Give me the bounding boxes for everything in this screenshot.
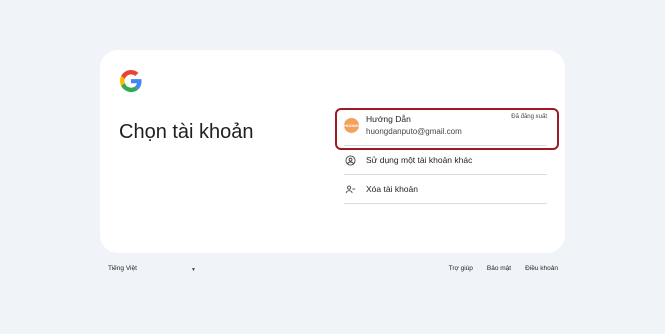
account-name: Hướng Dẫn xyxy=(366,114,411,124)
sign-in-card: Chọn tài khoản HUONG DAN Hướng Dẫn huong… xyxy=(100,50,565,253)
google-logo-icon xyxy=(120,70,142,92)
avatar: HUONG DAN xyxy=(344,118,359,133)
caret-down-icon[interactable]: ▼ xyxy=(191,267,196,273)
remove-account-label: Xóa tài khoản xyxy=(366,184,418,194)
footer: Tiếng Việt ▼ Trợ giúp Bảo mật Điều khoản xyxy=(108,265,558,277)
account-list: HUONG DAN Hướng Dẫn huongdanputo@gmail.c… xyxy=(344,108,547,204)
page-title: Chọn tài khoản xyxy=(119,121,254,144)
use-another-account-button[interactable]: Sử dụng một tài khoản khác xyxy=(344,146,547,174)
remove-account-button[interactable]: Xóa tài khoản xyxy=(344,175,547,203)
account-email: huongdanputo@gmail.com xyxy=(366,127,462,136)
person-remove-icon xyxy=(345,185,356,194)
account-circle-icon xyxy=(345,155,356,166)
terms-link[interactable]: Điều khoản xyxy=(525,265,558,272)
divider xyxy=(344,203,547,204)
language-selector[interactable]: Tiếng Việt xyxy=(108,265,137,272)
use-another-account-label: Sử dụng một tài khoản khác xyxy=(366,155,473,165)
help-link[interactable]: Trợ giúp xyxy=(449,265,473,272)
account-item[interactable]: HUONG DAN Hướng Dẫn huongdanputo@gmail.c… xyxy=(344,108,547,145)
footer-links: Trợ giúp Bảo mật Điều khoản xyxy=(449,265,558,272)
account-status: Đã đăng xuất xyxy=(511,114,547,120)
privacy-link[interactable]: Bảo mật xyxy=(487,265,511,272)
language-label: Tiếng Việt xyxy=(108,265,137,272)
